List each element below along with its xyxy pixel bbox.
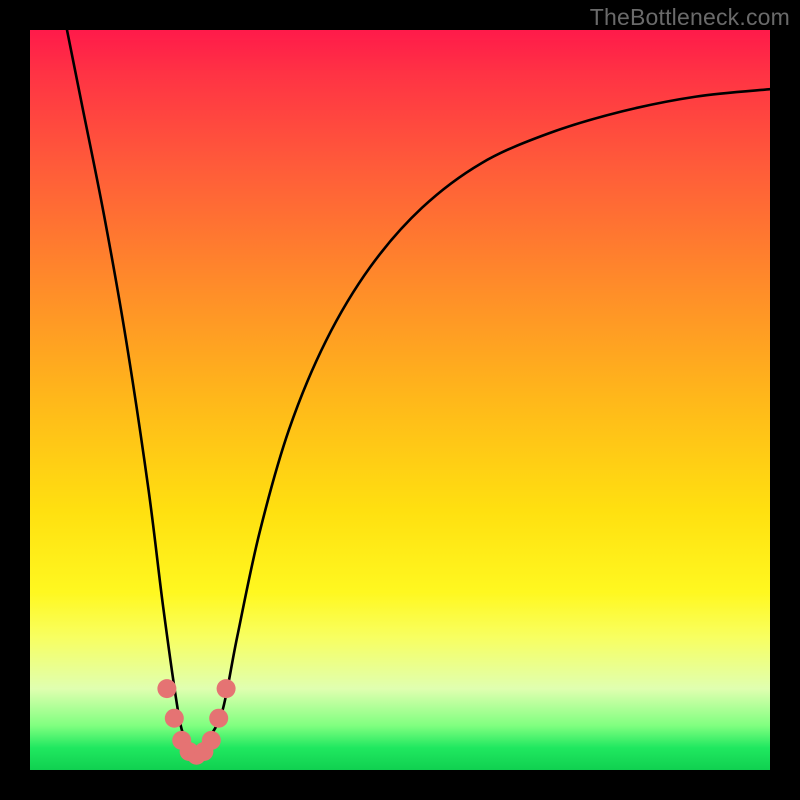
bottleneck-curve-path <box>67 30 770 757</box>
bottleneck-curve-svg <box>30 30 770 770</box>
highlight-dot <box>217 679 236 698</box>
highlight-dot <box>157 679 176 698</box>
chart-gradient-area <box>30 30 770 770</box>
highlight-dot <box>209 709 228 728</box>
highlight-dot <box>202 731 221 750</box>
highlight-dots-group <box>157 679 235 765</box>
highlight-dot <box>165 709 184 728</box>
watermark-text: TheBottleneck.com <box>590 4 790 31</box>
